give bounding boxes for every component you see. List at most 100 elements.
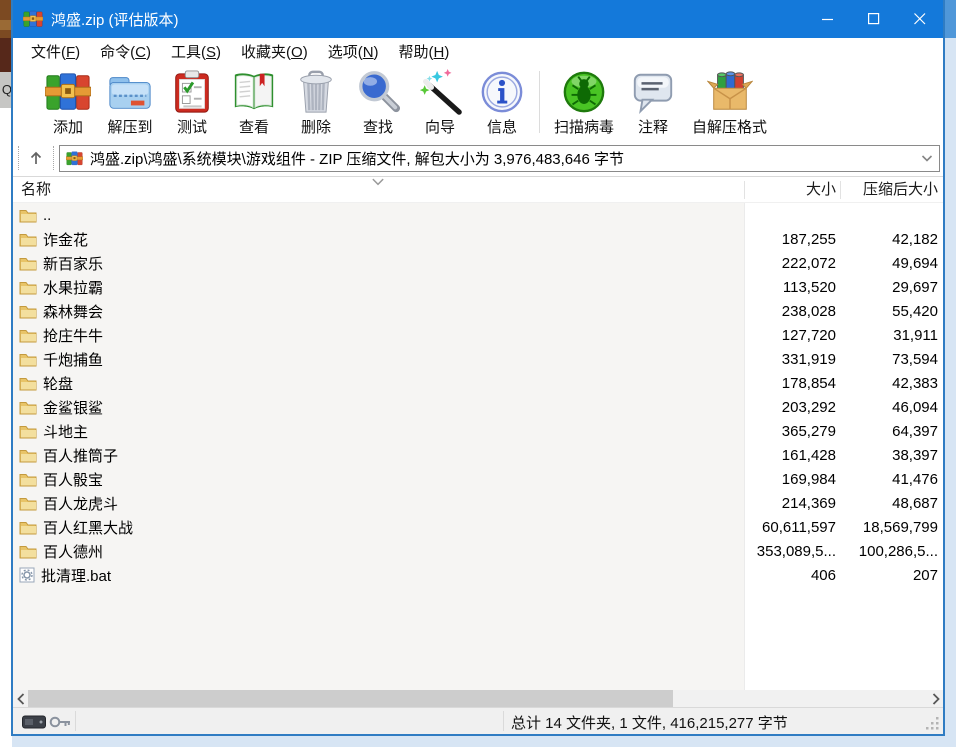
status-bar: 总计 14 文件夹, 1 文件, 416,215,277 字节 bbox=[13, 707, 943, 734]
menu-item[interactable]: 工具(S) bbox=[161, 38, 231, 65]
file-row[interactable]: 森林舞会 238,028 55,420 bbox=[13, 299, 943, 323]
winrar-app-icon[interactable] bbox=[23, 9, 43, 29]
address-gripper[interactable] bbox=[18, 146, 19, 170]
file-row[interactable]: 抢庄牛牛 127,720 31,911 bbox=[13, 323, 943, 347]
titlebar: 鸿盛.zip (评估版本) bbox=[13, 0, 943, 38]
toolbar-button-virus[interactable]: 扫描病毒 bbox=[546, 69, 622, 137]
address-combobox[interactable]: 鸿盛.zip\鸿盛\系统模块\游戏组件 - ZIP 压缩文件, 解包大小为 3,… bbox=[59, 145, 940, 172]
desktop-background bbox=[945, 0, 956, 747]
extract-icon bbox=[107, 69, 153, 115]
menu-item[interactable]: 收藏夹(O) bbox=[231, 38, 318, 65]
file-size: 178,854 bbox=[744, 375, 840, 392]
info-icon bbox=[479, 69, 525, 115]
menu-item[interactable]: 帮助(H) bbox=[389, 38, 460, 65]
file-packed-size: 41,476 bbox=[840, 471, 943, 488]
folder-icon bbox=[19, 328, 37, 343]
disk-status-icon bbox=[22, 715, 46, 729]
books-icon bbox=[45, 69, 91, 115]
file-size: 203,292 bbox=[744, 399, 840, 416]
resize-grip-icon[interactable] bbox=[926, 717, 940, 731]
file-row[interactable]: 诈金花 187,255 42,182 bbox=[13, 227, 943, 251]
toolbar-button-label: 自解压格式 bbox=[692, 116, 767, 137]
file-row[interactable]: 千炮捕鱼 331,919 73,594 bbox=[13, 347, 943, 371]
scrollbar-thumb[interactable] bbox=[28, 690, 673, 707]
file-row[interactable]: 新百家乐 222,072 49,694 bbox=[13, 251, 943, 275]
toolbar-button-info[interactable]: 信息 bbox=[471, 69, 533, 137]
file-row[interactable]: 金鲨银鲨 203,292 46,094 bbox=[13, 395, 943, 419]
toolbar-button-find[interactable]: 查找 bbox=[347, 69, 409, 137]
toolbar-button-wizard[interactable]: 向导 bbox=[409, 69, 471, 137]
toolbar-button-comment[interactable]: 注释 bbox=[622, 69, 684, 137]
virus-icon bbox=[561, 69, 607, 115]
wizard-icon bbox=[417, 69, 463, 115]
delete-icon bbox=[293, 69, 339, 115]
menu-item[interactable]: 文件(F) bbox=[21, 38, 90, 65]
list-body: .. 诈金花 187,255 42,182 新百家乐 222,072 49,69… bbox=[13, 203, 943, 690]
toolbar-button-label: 扫描病毒 bbox=[554, 116, 614, 137]
file-row[interactable]: 轮盘 178,854 42,383 bbox=[13, 371, 943, 395]
file-name: 金鲨银鲨 bbox=[43, 397, 103, 418]
address-gripper[interactable] bbox=[53, 146, 54, 170]
menu-item[interactable]: 命令(C) bbox=[90, 38, 161, 65]
file-row[interactable]: 百人推筒子 161,428 38,397 bbox=[13, 443, 943, 467]
toolbar-button-delete[interactable]: 删除 bbox=[285, 69, 347, 137]
scroll-right-button[interactable] bbox=[928, 690, 943, 707]
folder-icon bbox=[19, 520, 37, 535]
file-size: 353,089,5... bbox=[744, 543, 840, 560]
file-row[interactable]: 百人龙虎斗 214,369 48,687 bbox=[13, 491, 943, 515]
file-name: 百人红黑大战 bbox=[43, 517, 133, 538]
file-row[interactable]: 水果拉霸 113,520 29,697 bbox=[13, 275, 943, 299]
column-resize-handle[interactable] bbox=[744, 181, 745, 199]
scroll-left-button[interactable] bbox=[13, 690, 28, 707]
file-packed-size: 48,687 bbox=[840, 495, 943, 512]
folder-icon bbox=[19, 472, 37, 487]
file-size: 365,279 bbox=[744, 423, 840, 440]
file-packed-size: 49,694 bbox=[840, 255, 943, 272]
maximize-icon bbox=[868, 13, 880, 25]
column-header-packed-size[interactable]: 压缩后大小 bbox=[840, 177, 943, 203]
file-size: 238,028 bbox=[744, 303, 840, 320]
file-packed-size: 38,397 bbox=[840, 447, 943, 464]
close-button[interactable] bbox=[897, 0, 943, 38]
toolbar-button-books[interactable]: 添加 bbox=[37, 69, 99, 137]
file-name: 水果拉霸 bbox=[43, 277, 103, 298]
folder-icon bbox=[19, 352, 37, 367]
folder-icon bbox=[19, 304, 37, 319]
menu-item[interactable]: 选项(N) bbox=[318, 38, 389, 65]
file-size: 127,720 bbox=[744, 327, 840, 344]
toolbar-button-sfx[interactable]: 自解压格式 bbox=[684, 69, 775, 137]
file-size: 169,984 bbox=[744, 471, 840, 488]
file-row[interactable]: 斗地主 365,279 64,397 bbox=[13, 419, 943, 443]
key-license-icon[interactable] bbox=[49, 715, 71, 729]
view-icon bbox=[231, 69, 277, 115]
minimize-button[interactable] bbox=[805, 0, 851, 38]
dropdown-chevron-icon[interactable] bbox=[921, 155, 933, 162]
file-name: 千炮捕鱼 bbox=[43, 349, 103, 370]
up-one-level-button[interactable] bbox=[23, 145, 49, 171]
file-row[interactable]: 批清理.bat 406 207 bbox=[13, 563, 943, 587]
toolbar-button-extract[interactable]: 解压到 bbox=[99, 69, 161, 137]
folder-icon bbox=[19, 496, 37, 511]
column-resize-handle[interactable] bbox=[840, 181, 841, 199]
archive-path: 鸿盛.zip\鸿盛\系统模块\游戏组件 - ZIP 压缩文件, 解包大小为 3,… bbox=[90, 148, 915, 169]
menu-bar: 文件(F)命令(C)工具(S)收藏夹(O)选项(N)帮助(H) bbox=[13, 38, 943, 65]
horizontal-scrollbar[interactable] bbox=[13, 690, 943, 707]
toolbar-button-view[interactable]: 查看 bbox=[223, 69, 285, 137]
folder-icon bbox=[19, 232, 37, 247]
toolbar-button-test[interactable]: 测试 bbox=[161, 69, 223, 137]
folder-icon bbox=[19, 208, 37, 223]
column-header-size[interactable]: 大小 bbox=[744, 177, 840, 203]
file-row[interactable]: 百人德州 353,089,5... 100,286,5... bbox=[13, 539, 943, 563]
bat-file-icon bbox=[19, 567, 35, 583]
file-row[interactable]: .. bbox=[13, 203, 943, 227]
statusbar-divider bbox=[75, 711, 76, 731]
folder-icon bbox=[19, 448, 37, 463]
file-row[interactable]: 百人红黑大战 60,611,597 18,569,799 bbox=[13, 515, 943, 539]
find-icon bbox=[355, 69, 401, 115]
file-row[interactable]: 百人骰宝 169,984 41,476 bbox=[13, 467, 943, 491]
list-header: 名称 大小 压缩后大小 bbox=[13, 177, 943, 203]
chevron-left-icon bbox=[17, 693, 25, 705]
maximize-button[interactable] bbox=[851, 0, 897, 38]
close-icon bbox=[914, 13, 926, 25]
toolbar-separator bbox=[539, 71, 540, 133]
